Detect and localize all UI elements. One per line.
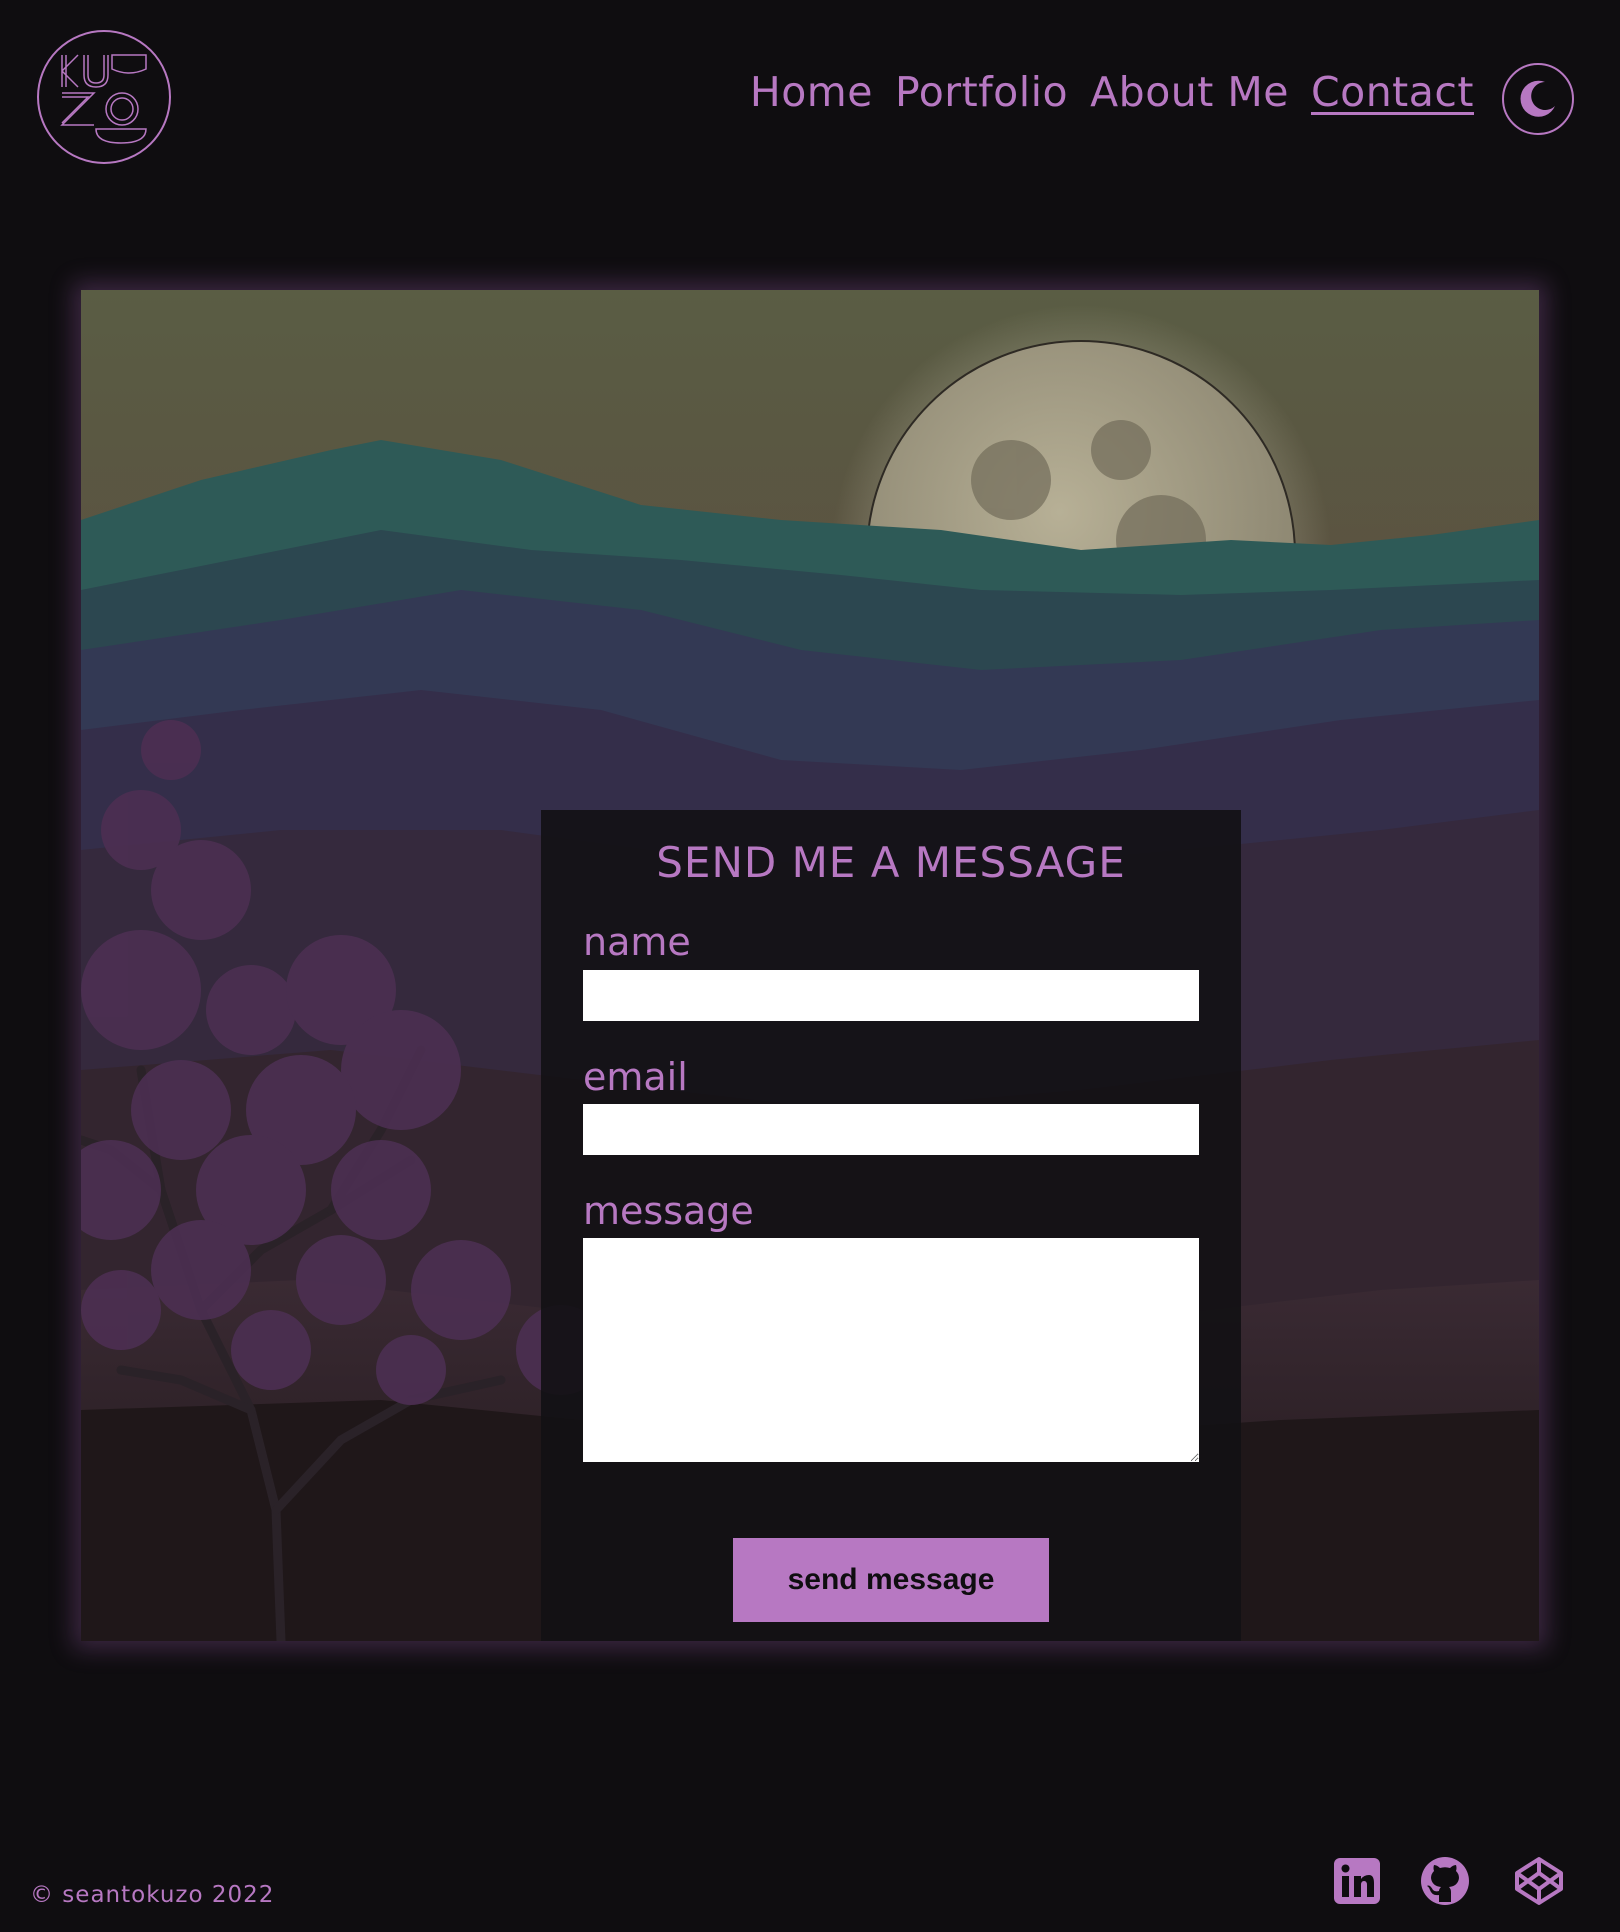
message-label: message xyxy=(583,1189,754,1233)
nav-link-home[interactable]: Home xyxy=(750,72,873,113)
email-label: email xyxy=(583,1055,688,1099)
logo[interactable] xyxy=(36,29,172,165)
form-title: SEND ME A MESSAGE xyxy=(656,838,1126,887)
github-link[interactable] xyxy=(1420,1856,1470,1906)
email-input[interactable] xyxy=(583,1104,1199,1155)
main-nav: Home Portfolio About Me Contact xyxy=(750,72,1474,113)
codepen-icon xyxy=(1515,1857,1563,1905)
moon-icon xyxy=(1520,80,1555,117)
theme-toggle-button[interactable] xyxy=(1502,63,1574,135)
copyright-text: © seantokuzo 2022 xyxy=(30,1882,275,1908)
contact-form: SEND ME A MESSAGE name email message sen… xyxy=(541,810,1241,1641)
nav-link-about-me[interactable]: About Me xyxy=(1090,72,1289,113)
name-label: name xyxy=(583,920,691,964)
nav-link-portfolio[interactable]: Portfolio xyxy=(895,72,1068,113)
github-icon xyxy=(1421,1857,1469,1905)
codepen-link[interactable] xyxy=(1514,1856,1564,1906)
linkedin-link[interactable] xyxy=(1332,1856,1382,1906)
send-message-button[interactable]: send message xyxy=(733,1538,1049,1622)
linkedin-icon xyxy=(1334,1858,1380,1904)
name-input[interactable] xyxy=(583,970,1199,1021)
nav-link-contact[interactable]: Contact xyxy=(1311,72,1474,113)
message-textarea[interactable] xyxy=(583,1238,1199,1462)
hero-background-image: SEND ME A MESSAGE name email message sen… xyxy=(81,290,1539,1641)
